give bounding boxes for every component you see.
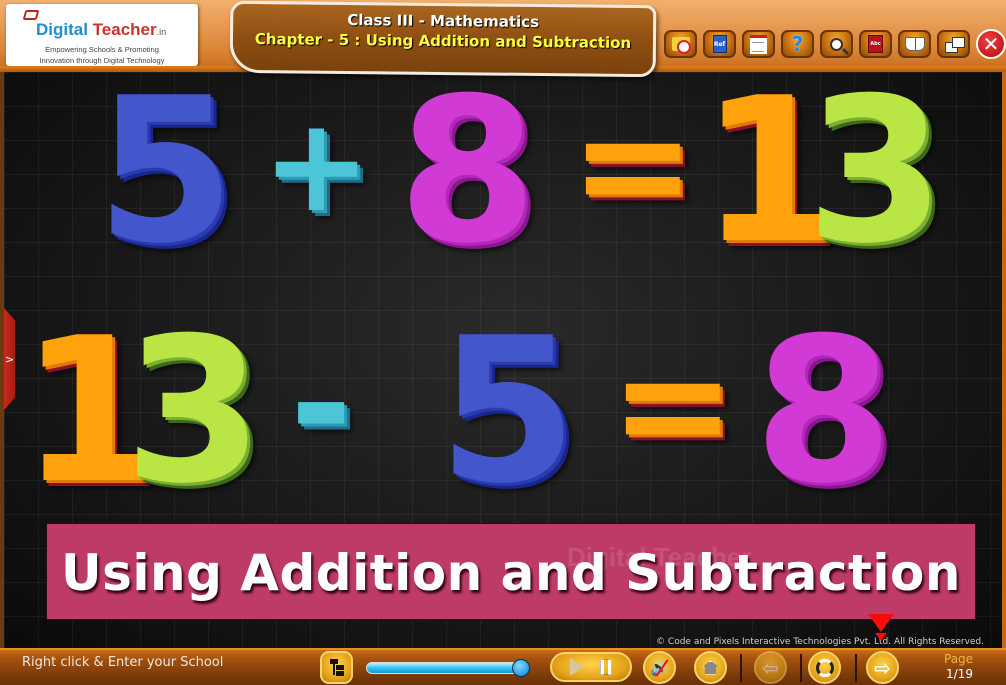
title-banner: Digital Teacher Using Addition and Subtr… [46, 523, 976, 620]
operand-five: 5 [96, 55, 236, 288]
playback-controls [550, 652, 632, 682]
search-button[interactable] [820, 30, 853, 58]
page-number: 1/19 [946, 667, 973, 681]
dictionary-icon: Abc [868, 35, 883, 53]
operand-five: 5 [438, 295, 578, 528]
magnifier-icon [830, 37, 843, 51]
copyright-notice: © Code and Pixels Interactive Technologi… [656, 637, 984, 647]
next-button[interactable]: ⇨ [866, 651, 899, 684]
window-mode-button[interactable] [937, 30, 970, 58]
operand-eight: 8 [398, 55, 538, 288]
equals-sign: = [570, 78, 696, 252]
refresh-icon [815, 658, 834, 677]
home-button[interactable] [694, 651, 727, 684]
progress-handle[interactable] [512, 659, 530, 677]
close-icon: ✕ [982, 32, 1000, 56]
timer-button[interactable] [664, 30, 697, 58]
banner-title: Using Addition and Subtraction [61, 544, 961, 602]
play-icon[interactable] [570, 658, 584, 676]
chevron-right-icon: > [4, 352, 15, 366]
progress-slider[interactable] [366, 662, 528, 674]
close-button[interactable]: ✕ [976, 29, 1006, 59]
help-button[interactable]: ? [781, 30, 814, 58]
page-label: Page [944, 652, 974, 666]
divider [740, 654, 742, 682]
course-title: Class III - Mathematics [347, 10, 540, 32]
equals-sign: = [610, 318, 736, 492]
tree-menu-icon [329, 658, 344, 677]
minus-sign: - [290, 318, 353, 492]
bottom-bar: Right click & Enter your School 🔊 ⇦ ⇨ Pa… [0, 648, 1006, 685]
restore-window-icon [944, 36, 965, 53]
side-panel-toggle[interactable]: > [4, 308, 15, 410]
result-eight: 8 [754, 295, 894, 528]
speaker-muted-icon: 🔊 [650, 658, 669, 677]
previous-button[interactable]: ⇦ [754, 651, 787, 684]
brand-name: Digital Teacher.in [36, 20, 167, 39]
sound-button[interactable]: 🔊 [643, 651, 676, 684]
home-icon [702, 660, 719, 675]
arrow-left-icon: ⇦ [762, 655, 779, 680]
divider [855, 654, 857, 682]
brand-tagline-1: Empowering Schools & Promoting [45, 45, 159, 54]
help-icon: ? [791, 32, 804, 56]
open-book-button[interactable] [898, 30, 931, 58]
title-plate: Class III - Mathematics Chapter - 5 : Us… [229, 0, 657, 78]
next-hint-arrow-icon [868, 614, 894, 632]
contents-button[interactable] [320, 651, 353, 684]
notepad-icon [750, 34, 767, 54]
result-digit-three: 3 [806, 55, 946, 288]
reference-book-icon: Ref [712, 35, 727, 53]
operand-digit-three: 3 [124, 295, 264, 528]
graduation-cap-icon [22, 10, 40, 20]
arrow-right-icon: ⇨ [874, 655, 891, 680]
reference-button[interactable]: Ref [703, 30, 736, 58]
replay-button[interactable] [808, 651, 841, 684]
open-book-icon [904, 37, 925, 51]
plus-sign: + [262, 89, 371, 241]
chapter-title: Chapter - 5 : Using Addition and Subtrac… [254, 30, 632, 52]
dictionary-button[interactable]: Abc [859, 30, 892, 58]
notes-button[interactable] [742, 30, 775, 58]
next-hint-arrow-small-icon [875, 633, 887, 641]
pause-icon[interactable] [600, 659, 612, 675]
school-prompt[interactable]: Right click & Enter your School [22, 655, 223, 670]
divider [800, 654, 802, 682]
clock-folder-icon [671, 37, 691, 54]
progress-fill [367, 663, 527, 673]
